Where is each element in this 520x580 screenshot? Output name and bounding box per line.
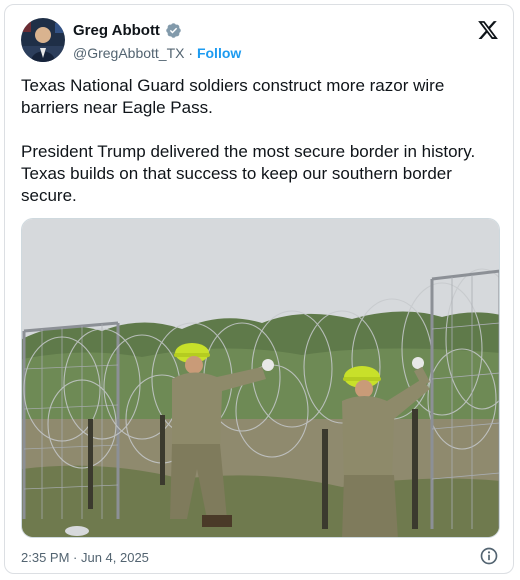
tweet-paragraph: President Trump delivered the most secur…	[21, 142, 476, 205]
separator: ·	[188, 45, 194, 61]
avatar-image	[21, 18, 65, 62]
tweet-paragraph: Texas National Guard soldiers construct …	[21, 76, 445, 117]
tweet-timestamp[interactable]: 2:35 PM · Jun 4, 2025	[21, 550, 149, 565]
handle-row: @GregAbbott_TX · Follow	[73, 45, 241, 61]
display-name[interactable]: Greg Abbott	[73, 22, 160, 39]
verified-badge-icon	[166, 23, 181, 38]
author-name-row: Greg Abbott	[73, 22, 182, 39]
tweet-photo[interactable]	[21, 218, 500, 538]
tweet-text: Texas National Guard soldiers construct …	[21, 75, 501, 207]
info-icon[interactable]	[479, 546, 499, 566]
follow-button[interactable]: Follow	[197, 45, 241, 61]
x-logo-icon[interactable]	[477, 19, 499, 41]
tweet-card: Greg Abbott @GregAbbott_TX · Follow Texa…	[4, 4, 514, 574]
handle[interactable]: @GregAbbott_TX	[73, 45, 185, 61]
avatar[interactable]	[21, 18, 65, 62]
photo-soldiers-razor-wire	[22, 219, 499, 537]
